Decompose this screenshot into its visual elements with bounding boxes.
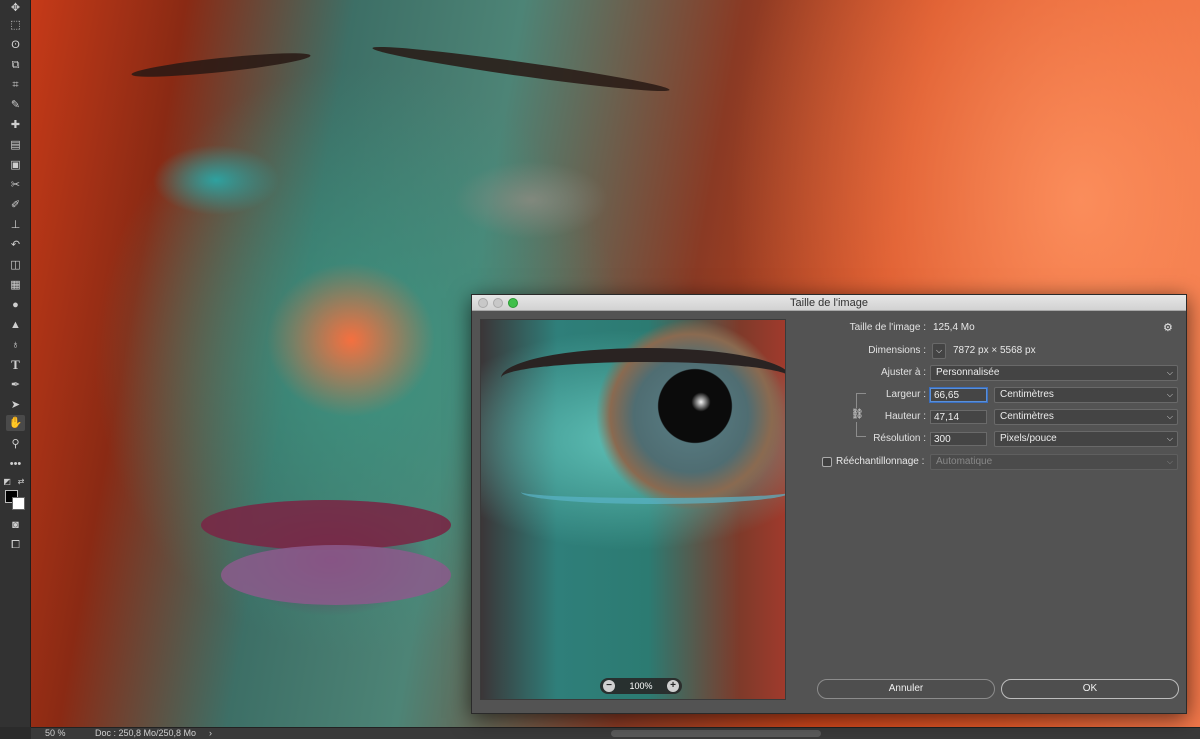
- crop-icon[interactable]: ⌗: [6, 77, 25, 93]
- default-colors-icon[interactable]: ◩: [2, 474, 12, 490]
- window-close-button[interactable]: [478, 298, 488, 308]
- more-tools-icon[interactable]: •••: [6, 456, 25, 472]
- window-maximize-button[interactable]: [508, 298, 518, 308]
- resample-method-value: Automatique: [936, 456, 993, 467]
- sharpen-icon[interactable]: ▲: [6, 317, 25, 333]
- resolution-unit-value: Pixels/pouce: [1000, 433, 1057, 444]
- dimensions-label: Dimensions :: [868, 345, 926, 356]
- gradient-icon[interactable]: ▦: [6, 277, 25, 293]
- resample-method-dropdown[interactable]: Automatique ⌵: [930, 454, 1178, 470]
- status-menu-arrow[interactable]: ›: [209, 728, 212, 739]
- width-unit-value: Centimètres: [1000, 389, 1054, 400]
- eraser-icon[interactable]: ◫: [6, 257, 25, 273]
- history-brush-icon[interactable]: ↶: [6, 237, 25, 253]
- width-label: Largeur :: [885, 389, 926, 400]
- image-size-value: 125,4 Mo: [933, 322, 975, 333]
- background-color-swatch[interactable]: [12, 497, 25, 510]
- height-unit-value: Centimètres: [1000, 411, 1054, 422]
- canvas-decor: [201, 500, 451, 550]
- fit-to-value: Personnalisée: [936, 367, 1000, 378]
- swap-colors-icon[interactable]: ⇄: [16, 474, 26, 490]
- eyedropper-icon[interactable]: ✎: [6, 97, 25, 113]
- image-preview[interactable]: − 100% +: [480, 319, 786, 700]
- resolution-unit-dropdown[interactable]: Pixels/pouce ⌵: [994, 431, 1178, 447]
- status-bar: 50 % Doc : 250,8 Mo/250,8 Mo ›: [31, 727, 1200, 739]
- blur-icon[interactable]: ●: [6, 297, 25, 313]
- canvas-decor: [371, 41, 671, 97]
- cancel-button[interactable]: Annuler: [817, 679, 995, 699]
- horizontal-scrollbar[interactable]: [611, 730, 821, 737]
- pen-icon[interactable]: ✒: [6, 377, 25, 393]
- dialog-title: Taille de l'image: [790, 297, 868, 309]
- object-select-icon[interactable]: ⧉: [6, 57, 25, 73]
- image-size-label: Taille de l'image :: [849, 322, 926, 333]
- dialog-titlebar[interactable]: Taille de l'image: [472, 295, 1186, 311]
- preview-decor: [521, 480, 785, 504]
- width-field[interactable]: [930, 388, 987, 402]
- quick-mask-icon[interactable]: ◙: [6, 517, 25, 533]
- dimensions-value: 7872 px × 5568 px: [953, 345, 1036, 356]
- fit-to-label: Ajuster à :: [880, 367, 926, 378]
- height-label: Hauteur :: [884, 411, 926, 422]
- zoom-icon[interactable]: ⚲: [6, 436, 25, 452]
- zoom-level[interactable]: 50 %: [45, 728, 66, 739]
- marquee-icon[interactable]: ⬚: [6, 17, 25, 33]
- stamp-icon[interactable]: ⊥: [6, 217, 25, 233]
- resample-label: Rééchantillonnage :: [836, 456, 925, 467]
- move-icon[interactable]: ✥: [6, 0, 25, 16]
- dimensions-unit-dropdown[interactable]: ⌵: [932, 343, 946, 359]
- height-field[interactable]: [930, 410, 987, 424]
- gear-icon[interactable]: ⚙: [1163, 321, 1173, 335]
- dodge-icon[interactable]: ♁: [6, 337, 25, 353]
- canvas-decor: [130, 48, 312, 82]
- height-unit-dropdown[interactable]: Centimètres ⌵: [994, 409, 1178, 425]
- hand-icon[interactable]: ✋: [6, 415, 25, 431]
- chevron-down-icon: ⌵: [935, 346, 943, 355]
- window-minimize-button[interactable]: [493, 298, 503, 308]
- tools-panel: ✥ ⬚ ʘ ⧉ ⌗ ✎ ✚ ▤ ▣ ✂ ✐ ⊥ ↶ ◫ ▦ ● ▲ ♁ T ✒ …: [0, 0, 31, 727]
- preview-decor: [501, 348, 785, 408]
- frame-icon[interactable]: ▣: [6, 157, 25, 173]
- chevron-down-icon: ⌵: [1166, 390, 1173, 399]
- resolution-label: Résolution :: [873, 433, 926, 444]
- healing-brush-icon[interactable]: ✚: [6, 117, 25, 133]
- brush-icon[interactable]: ✐: [6, 197, 25, 213]
- path-select-icon[interactable]: ➤: [6, 397, 25, 413]
- resample-checkbox[interactable]: [822, 457, 832, 467]
- canvas-decor: [221, 545, 451, 605]
- chevron-down-icon: ⌵: [1166, 457, 1173, 466]
- chevron-down-icon: ⌵: [1166, 368, 1173, 377]
- fit-to-dropdown[interactable]: Personnalisée ⌵: [930, 365, 1178, 381]
- zoom-in-icon[interactable]: +: [667, 680, 679, 692]
- preview-zoom-value: 100%: [629, 681, 653, 691]
- document-info: Doc : 250,8 Mo/250,8 Mo: [95, 728, 197, 738]
- content-aware-icon[interactable]: ✂: [6, 177, 25, 193]
- width-unit-dropdown[interactable]: Centimètres ⌵: [994, 387, 1178, 403]
- ok-button[interactable]: OK: [1001, 679, 1179, 699]
- zoom-out-icon[interactable]: −: [603, 680, 615, 692]
- screen-mode-icon[interactable]: ⧠: [6, 537, 25, 553]
- patch-icon[interactable]: ▤: [6, 137, 25, 153]
- preview-zoom-bar: − 100% +: [600, 678, 682, 694]
- lasso-icon[interactable]: ʘ: [6, 37, 25, 53]
- image-size-dialog: Taille de l'image − 100% + Taille de l'i…: [471, 294, 1187, 714]
- chevron-down-icon: ⌵: [1166, 434, 1173, 443]
- resolution-field[interactable]: [930, 432, 987, 446]
- type-icon[interactable]: T: [6, 357, 25, 373]
- chevron-down-icon: ⌵: [1166, 412, 1173, 421]
